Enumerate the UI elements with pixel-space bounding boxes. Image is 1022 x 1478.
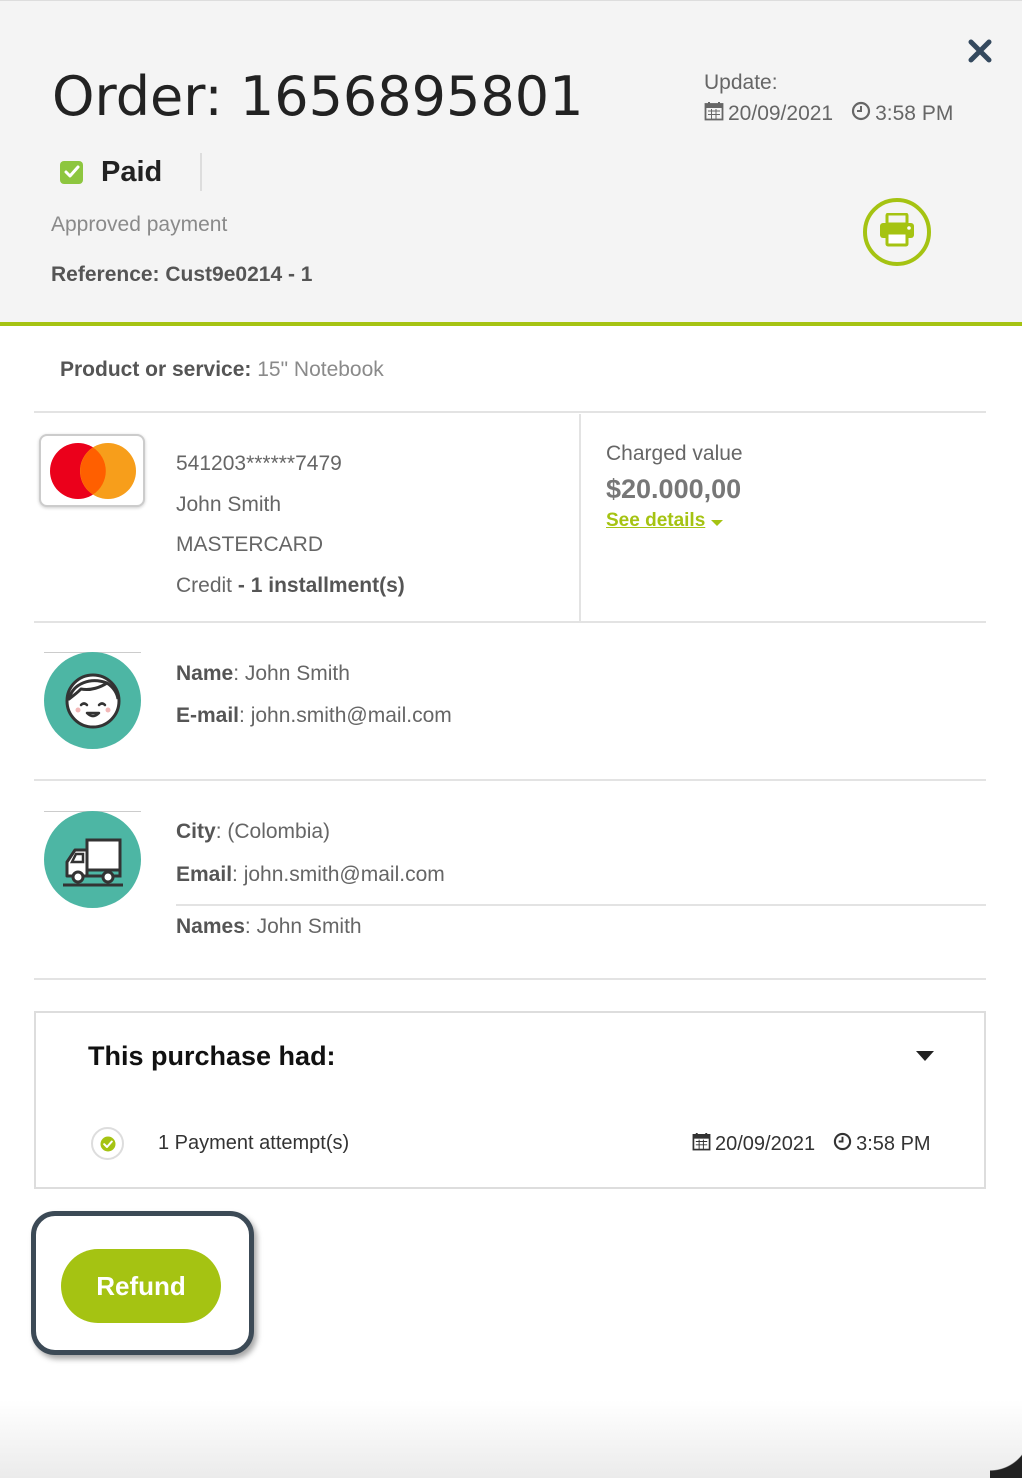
charged-value-label: Charged value xyxy=(606,442,743,465)
update-timestamp: 20/09/2021 3:58 PM xyxy=(704,101,953,127)
caret-down-icon[interactable] xyxy=(916,1051,934,1061)
close-icon[interactable] xyxy=(962,35,998,71)
customer-email-row: E-mail: john.smith@mail.com xyxy=(176,704,452,727)
calendar-icon xyxy=(704,101,724,127)
clock-icon xyxy=(851,101,871,127)
window-corner xyxy=(990,1430,1022,1478)
print-button[interactable] xyxy=(863,198,931,266)
customer-email: john.smith@mail.com xyxy=(250,704,452,727)
card-number: 541203******7479 xyxy=(176,452,342,475)
calendar-icon xyxy=(692,1132,711,1157)
divider xyxy=(34,411,986,413)
see-details-label: See details xyxy=(606,510,706,531)
approved-payment-text: Approved payment xyxy=(51,213,228,236)
product-value: 15" Notebook xyxy=(257,358,384,381)
attempt-time: 3:58 PM xyxy=(856,1133,931,1155)
status-label: Paid xyxy=(101,155,163,188)
charged-value: $20.000,00 xyxy=(606,474,742,504)
order-title: Order: 1656895801 xyxy=(52,65,584,128)
product-label: Product or service xyxy=(60,358,245,381)
shipping-email-row: Email: john.smith@mail.com xyxy=(176,863,445,886)
divider xyxy=(34,621,986,623)
customer-face-icon xyxy=(44,652,141,749)
vertical-divider xyxy=(579,414,581,621)
card-type: Credit xyxy=(176,573,233,597)
printer-icon xyxy=(878,212,916,252)
card-info: 541203******7479 John Smith MASTERCARD C… xyxy=(176,444,405,606)
update-date: 20/09/2021 xyxy=(728,102,834,125)
shipping-names: John Smith xyxy=(256,915,362,938)
reference-text: Reference: Cust9e0214 - 1 xyxy=(51,263,313,286)
card-installments: 1 installment(s) xyxy=(250,573,405,597)
customer-name-row: Name: John Smith xyxy=(176,662,350,685)
card-holder: John Smith xyxy=(176,492,282,516)
refund-button[interactable]: Refund xyxy=(61,1249,221,1323)
payment-attempt-text: 1 Payment attempt(s) xyxy=(158,1132,350,1154)
payment-attempt-timestamp: 20/09/2021 3:58 PM xyxy=(692,1132,931,1157)
check-icon xyxy=(60,160,83,184)
card-network: MASTERCARD xyxy=(176,533,324,556)
update-time: 3:58 PM xyxy=(875,102,954,125)
shipping-names-row: Names: John Smith xyxy=(176,915,362,938)
order-header: Order: 1656895801 Paid Approved payment … xyxy=(0,0,1022,326)
status-divider xyxy=(200,153,202,191)
attempt-date: 20/09/2021 xyxy=(715,1133,816,1155)
divider xyxy=(34,779,986,781)
see-details-link[interactable]: See details xyxy=(606,510,724,532)
shipping-city: (Colombia) xyxy=(227,820,331,843)
shipping-email: john.smith@mail.com xyxy=(243,863,445,886)
divider xyxy=(34,978,986,980)
clock-icon xyxy=(833,1132,852,1157)
card-type-row: Credit - 1 installment(s) xyxy=(176,573,405,597)
payment-status: Paid xyxy=(60,153,162,191)
delivery-truck-icon xyxy=(44,811,141,908)
divider xyxy=(176,904,986,906)
mastercard-logo xyxy=(39,434,145,507)
product-row: Product or service: 15" Notebook xyxy=(60,358,384,381)
caret-down-icon xyxy=(711,520,724,526)
order-detail-modal: Order: 1656895801 Paid Approved payment … xyxy=(0,0,1022,1478)
purchase-title: This purchase had: xyxy=(88,1041,336,1071)
update-label: Update: xyxy=(704,71,778,94)
bottom-fade xyxy=(0,1400,1022,1478)
shipping-city-row: City: (Colombia) xyxy=(176,820,331,843)
purchase-history-panel: This purchase had: 1 Payment attempt(s) … xyxy=(34,1011,986,1189)
customer-name: John Smith xyxy=(244,662,350,685)
check-circle-icon xyxy=(91,1127,124,1160)
